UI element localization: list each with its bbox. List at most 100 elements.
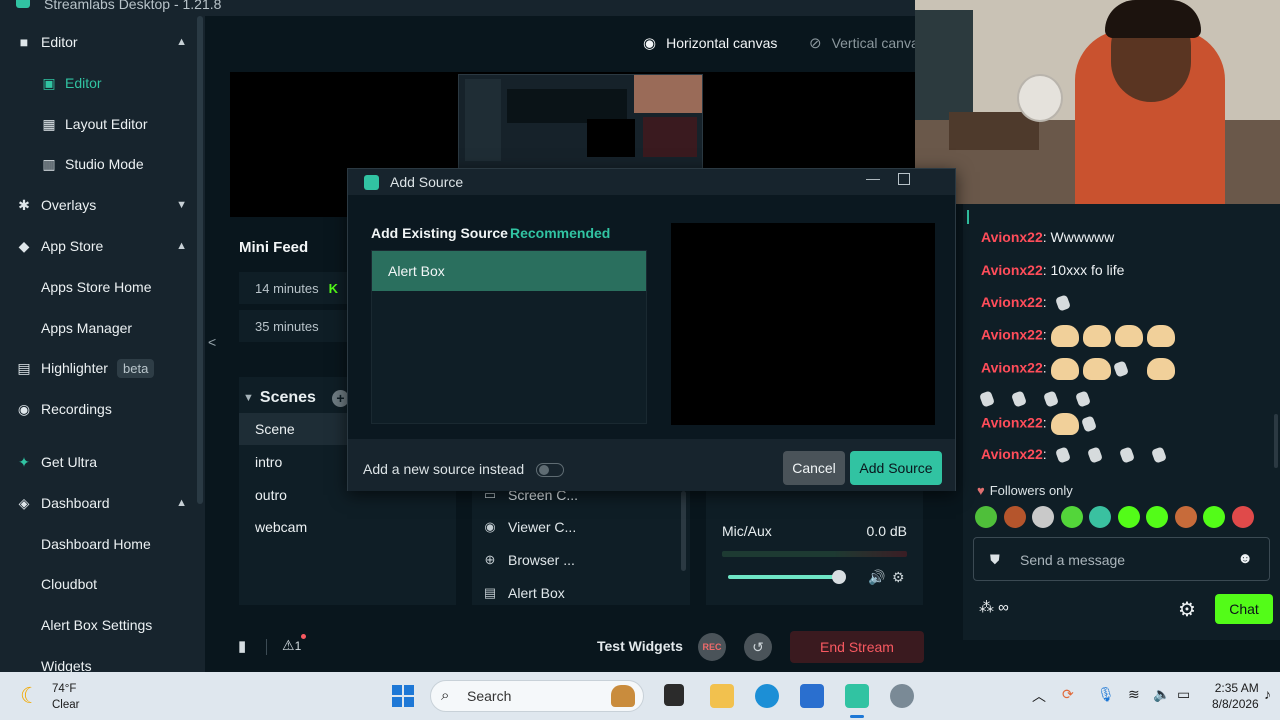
chat-username[interactable]: Avionx22 [981, 229, 1043, 245]
volume-slider-track[interactable] [728, 575, 838, 579]
add-source-dialog: Add Source — Add Existing Source Recomme… [347, 168, 956, 491]
wifi-icon[interactable]: ≋ [1128, 686, 1140, 703]
emote-icon[interactable] [1203, 506, 1225, 528]
sidebar-scrollbar[interactable] [197, 16, 203, 504]
notification-bell-icon[interactable]: ♪ [1264, 686, 1271, 702]
layout-icon: ▦ [42, 115, 56, 132]
weather-moon-icon[interactable]: ☾ [20, 683, 40, 709]
emote-icon[interactable] [1089, 506, 1111, 528]
sidebar-item-cloudbot[interactable]: Cloudbot [0, 568, 195, 600]
emote-icon [1080, 415, 1097, 433]
sidebar-item-get-ultra[interactable]: ✦ Get Ultra [0, 446, 195, 478]
add-new-source-label: Add a new source instead [363, 461, 525, 477]
task-view-icon[interactable] [664, 684, 684, 706]
file-explorer-icon[interactable] [710, 684, 734, 708]
infinity-icon[interactable]: ∞ [998, 599, 1009, 616]
gear-icon[interactable]: ⚙ [892, 569, 905, 586]
emoji-icon[interactable]: ☻ [1237, 550, 1253, 567]
chat-username[interactable]: Avionx22 [981, 262, 1043, 278]
chevron-down-icon[interactable]: ▼ [243, 392, 254, 404]
chat-username[interactable]: Avionx22 [981, 415, 1043, 431]
streamlabs-taskbar-icon[interactable] [845, 684, 869, 708]
sidebar-item-editor-group[interactable]: ■ Editor ▲ [0, 26, 195, 58]
edge-browser-icon[interactable] [755, 684, 779, 708]
volume-slider-handle[interactable] [832, 570, 846, 584]
sidebar-item-alert-box-settings[interactable]: Alert Box Settings [0, 609, 195, 641]
vertical-canvas-toggle[interactable]: ⊘ Vertical canvas [809, 34, 915, 52]
store-icon: ◆ [18, 237, 30, 254]
emote-icon [1010, 390, 1028, 408]
emote-icon[interactable] [1003, 506, 1026, 528]
emote-icon[interactable] [1231, 506, 1254, 528]
maximize-icon[interactable] [898, 173, 910, 185]
windows-start-icon[interactable] [392, 685, 414, 707]
sidebar-item-label: Editor [65, 75, 102, 91]
microphone-icon[interactable]: 🎙 [1097, 686, 1115, 703]
sidebar-item-dashboard-home[interactable]: Dashboard Home [0, 528, 195, 560]
sidebar-item-editor[interactable]: ▣ Editor [0, 67, 195, 99]
new-source-toggle[interactable] [536, 463, 564, 477]
chat-message-continued [978, 390, 1109, 408]
source-item[interactable]: ◉ Viewer C... [482, 512, 576, 542]
chat-username[interactable]: Avionx22 [981, 294, 1043, 310]
sidebar-item-app-store[interactable]: ◆ App Store ▲ [0, 230, 195, 262]
sidebar-item-label: Dashboard Home [41, 536, 151, 552]
warning-icon[interactable]: ⚠1 [282, 637, 301, 654]
minimize-icon[interactable]: — [866, 170, 880, 186]
source-item[interactable]: ▤ Alert Box [482, 578, 565, 605]
stats-icon[interactable]: ▮ [238, 637, 246, 655]
overlays-icon: ✱ [18, 196, 30, 213]
taskbar-search[interactable]: ⌕ Search [430, 680, 644, 712]
emote-icon[interactable] [1060, 506, 1083, 528]
emote-icon[interactable] [1174, 506, 1197, 528]
emote-icon[interactable] [1146, 506, 1168, 528]
speaker-icon[interactable]: 🔊 [868, 569, 885, 586]
chat-message-input[interactable] [1020, 548, 1230, 572]
battery-icon[interactable]: ▭ [1177, 686, 1190, 703]
chat-username[interactable]: Avionx22 [981, 446, 1043, 462]
chat-username[interactable]: Avionx22 [981, 327, 1043, 343]
existing-source-item[interactable]: Alert Box [372, 251, 646, 291]
add-existing-source-label: Add Existing Source [371, 225, 508, 241]
sidebar-item-recordings[interactable]: ◉ Recordings [0, 393, 195, 425]
sidebar-item-layout-editor[interactable]: ▦ Layout Editor [0, 108, 195, 140]
toggle-knob [539, 465, 549, 475]
points-icon[interactable]: ⁂ [979, 599, 994, 616]
settings-icon[interactable] [890, 684, 914, 708]
scene-item[interactable]: webcam [239, 511, 456, 543]
sidebar-item-studio-mode[interactable]: ▥ Studio Mode [0, 148, 195, 180]
sidebar-item-overlays[interactable]: ✱ Overlays ▼ [0, 189, 195, 221]
emote-icon[interactable] [1032, 506, 1054, 528]
test-widgets-button[interactable]: Test Widgets [597, 638, 683, 654]
emote-icon[interactable] [1117, 506, 1140, 528]
collapse-sidebar-icon[interactable]: < [208, 334, 216, 350]
horizontal-canvas-toggle[interactable]: ◉ Horizontal canvas [643, 34, 777, 52]
sidebar-item-apps-store-home[interactable]: Apps Store Home [0, 271, 195, 303]
gear-icon[interactable]: ⚙ [1178, 597, 1196, 622]
volume-icon[interactable]: 🔈 [1153, 686, 1170, 703]
chat-scrollbar[interactable] [1274, 414, 1278, 468]
sync-icon[interactable]: ⟳ [1062, 686, 1074, 703]
microsoft-store-icon[interactable] [800, 684, 824, 708]
cancel-button[interactable]: Cancel [783, 451, 845, 485]
system-clock[interactable]: 2:35 AM 8/8/2026 [1212, 680, 1259, 712]
chat-username[interactable]: Avionx22 [981, 360, 1043, 376]
emote-icon [1086, 446, 1103, 464]
chat-send-button[interactable]: Chat [1215, 594, 1273, 624]
emote-icon[interactable] [975, 506, 997, 528]
sidebar-item-label: Alert Box Settings [41, 617, 153, 633]
weather-widget[interactable]: 74°F Clear [52, 681, 79, 713]
source-label: Browser ... [508, 552, 575, 568]
record-button[interactable]: REC [698, 633, 726, 661]
emote-picker-row [975, 506, 1260, 528]
end-stream-button[interactable]: End Stream [790, 631, 924, 663]
chat-text: : [1042, 294, 1047, 310]
replay-buffer-button[interactable]: ↺ [744, 633, 772, 661]
sidebar-item-dashboard[interactable]: ◈ Dashboard ▲ [0, 487, 195, 519]
show-hidden-icons[interactable]: ︿ [1032, 686, 1046, 706]
sources-scrollbar[interactable] [681, 491, 686, 571]
source-item[interactable]: ⊕ Browser ... [482, 545, 575, 575]
sidebar-item-apps-manager[interactable]: Apps Manager [0, 312, 195, 344]
sidebar-item-highlighter[interactable]: ▤ Highlighter beta [0, 352, 195, 384]
add-source-button[interactable]: Add Source [850, 451, 942, 485]
